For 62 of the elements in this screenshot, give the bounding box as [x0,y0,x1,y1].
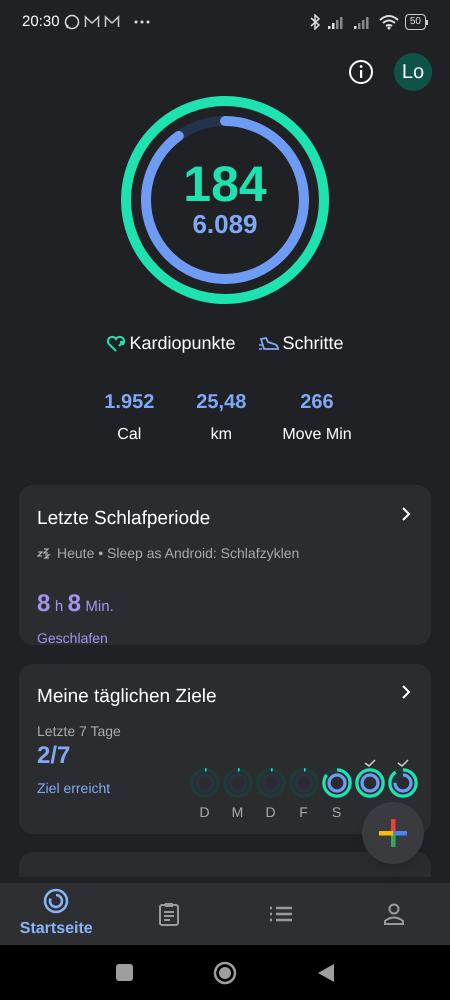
day-label: F [299,802,308,822]
home-ring-icon [42,887,70,915]
heart-icon [106,334,126,352]
day-steps-ring [194,772,214,792]
stat-value: 1.952 [104,390,154,415]
day-heart-ring [222,768,252,798]
mail-icon [84,15,100,29]
clipboard-icon [156,901,181,927]
avatar[interactable]: Lo [394,53,432,91]
list-icon [269,905,294,923]
stat-value: 25,48 [196,390,246,415]
day-steps-ring [260,772,280,792]
more-icon [134,20,150,24]
day-label: D [199,802,210,822]
bluetooth-icon [308,14,321,30]
sleep-caption: Geschlafen [37,628,109,648]
chevron-right-icon[interactable] [401,685,411,699]
stat-label: Cal [117,425,142,445]
card-title: Meine täglichen Ziele [37,685,217,709]
day-steps-ring [228,772,248,792]
goals-card[interactable]: Meine täglichen Ziele Letzte 7 Tage 2/7 Ziel erreicht D M D F S [19,664,431,834]
stat-label: km [210,425,232,445]
back-button[interactable] [316,962,334,982]
day-label: M [232,802,244,822]
sleep-duration: 8 h 8 Min. [37,588,115,618]
shoe-icon [258,334,280,352]
card-title: Letzte Schlafperiode [37,507,210,531]
goals-count: 2/7 [37,740,72,770]
person-icon [382,902,405,926]
home-button[interactable] [212,960,236,984]
card-subtitle: Letzte 7 Tage [37,722,122,741]
chevron-right-icon[interactable] [401,507,411,521]
mail-icon [104,15,120,29]
day-label: S [332,802,342,822]
day-steps-ring [294,772,314,792]
wifi-icon [378,14,399,30]
day-heart-ring [354,768,384,798]
info-icon[interactable] [348,59,374,85]
day-heart-ring [190,768,220,798]
day-heart-ring [288,768,318,798]
day-heart-ring [388,768,418,798]
day-heart-ring [256,768,286,798]
sleep-card[interactable]: Letzte Schlafperiode Heute • Sleep as Android: Schlafzyklen 8 h 8 Min. Geschlafen [19,485,431,645]
sleep-icon [37,547,51,559]
battery-icon: 50 [404,14,428,30]
day-label: D [265,802,276,822]
sleep-source: Heute • Sleep as Android: Schlafzyklen [57,544,300,563]
recents-button[interactable] [116,964,132,981]
day-heart-ring [322,768,352,798]
steps-value: 6.089 [192,211,258,237]
whatsapp-icon [64,14,80,30]
goals-caption: Ziel erreicht [37,778,110,798]
legend-label: Schritte [282,332,344,355]
legend-label: Kardiopunkte [129,332,236,355]
status-time: 20:30 [22,12,60,32]
day-steps-ring [392,772,412,792]
heart-points-value: 184 [183,159,267,209]
stat-label: Move Min [282,425,352,445]
day-steps-ring [360,772,380,792]
day-steps-ring [326,772,346,792]
plus-icon [378,818,408,848]
stat-value: 266 [300,390,334,415]
